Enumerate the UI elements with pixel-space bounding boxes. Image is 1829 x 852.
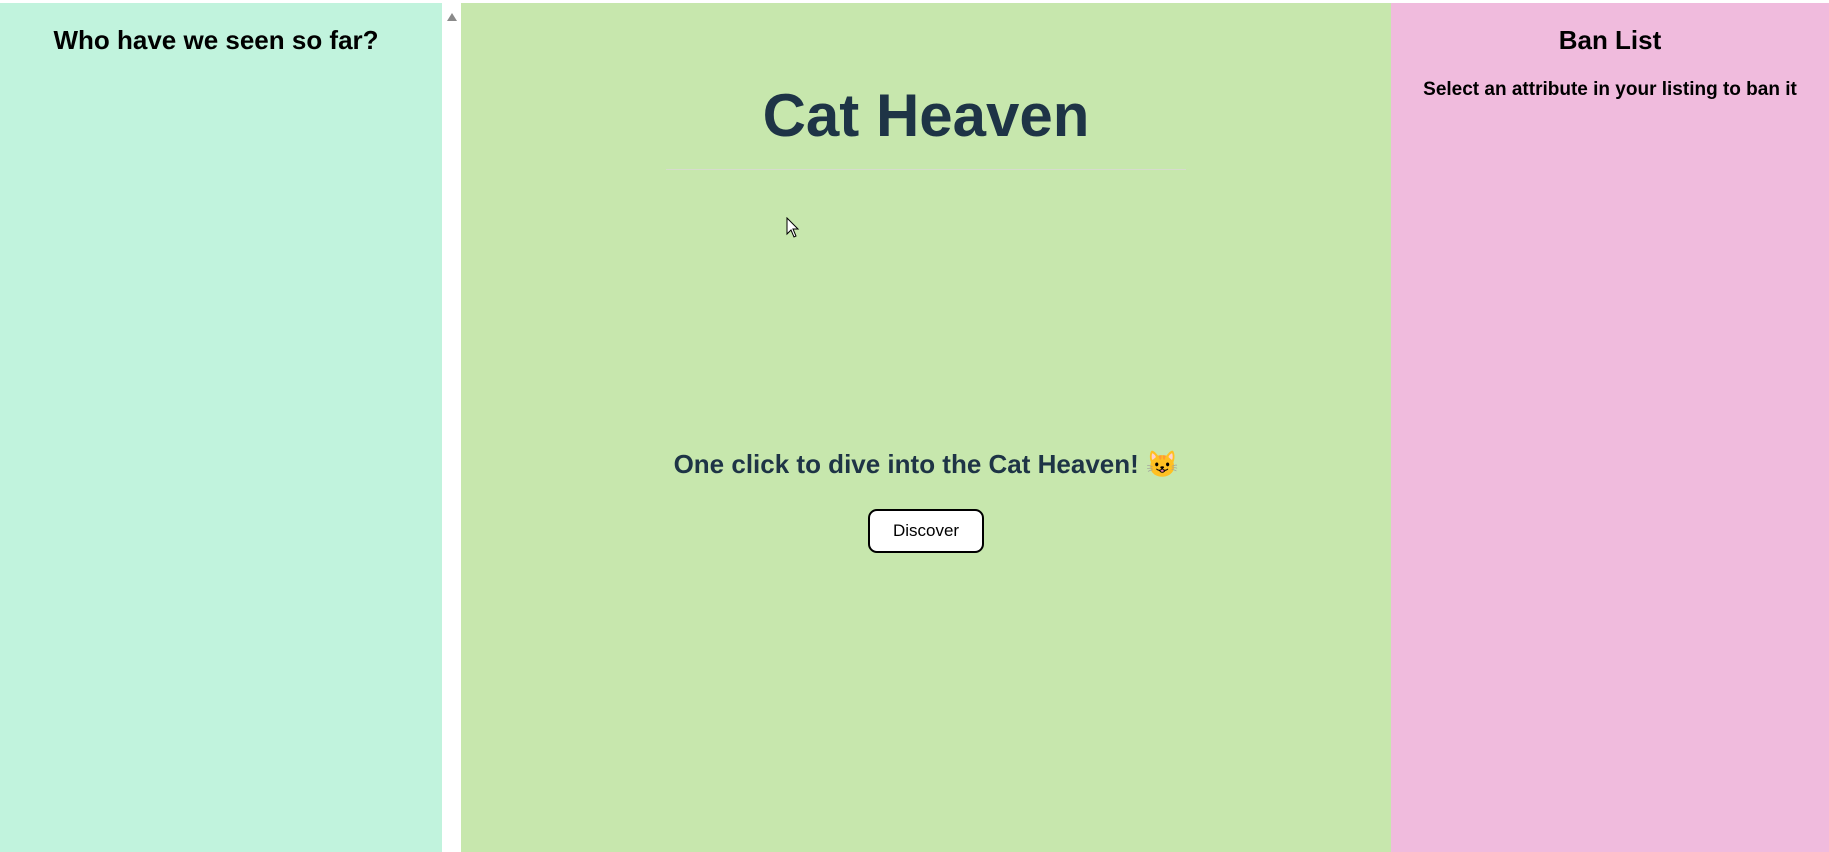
- title-divider: [666, 169, 1186, 170]
- history-panel: Who have we seen so far?: [0, 3, 442, 852]
- vertical-scrollbar[interactable]: [442, 3, 461, 852]
- ban-list-subtitle: Select an attribute in your listing to b…: [1423, 79, 1797, 100]
- main-panel: Cat Heaven One click to dive into the Ca…: [461, 3, 1391, 852]
- discover-button[interactable]: Discover: [868, 509, 984, 553]
- page-title: Cat Heaven: [762, 82, 1090, 149]
- ban-list-panel: Ban List Select an attribute in your lis…: [1391, 3, 1829, 852]
- tagline: One click to dive into the Cat Heaven! 😺: [673, 449, 1179, 479]
- scroll-up-arrow-icon[interactable]: [447, 13, 457, 21]
- mouse-cursor-icon: [786, 217, 800, 238]
- history-title: Who have we seen so far?: [53, 25, 379, 55]
- ban-list-title: Ban List: [1558, 25, 1662, 55]
- app-root: Who have we seen so far? Cat Heaven One …: [0, 3, 1829, 852]
